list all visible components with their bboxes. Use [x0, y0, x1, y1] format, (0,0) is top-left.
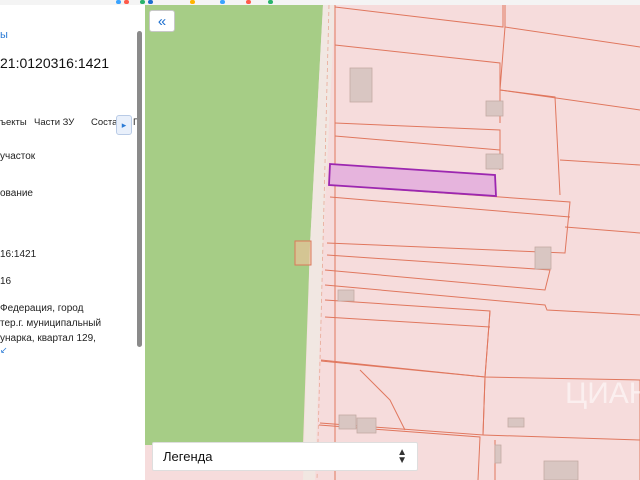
building — [338, 414, 357, 430]
breadcrumb[interactable]: ы — [0, 29, 8, 41]
parcel-outline — [482, 434, 640, 441]
green-field-area — [145, 5, 323, 445]
building — [485, 153, 504, 170]
field-cadastral-number: 16:1421 — [0, 249, 37, 260]
parcel-outline — [559, 159, 640, 166]
address-line: унарка, квартал 129, — [0, 333, 96, 344]
parcel-outline — [334, 135, 501, 151]
parcel-outline — [320, 299, 491, 378]
address-text: Федерация, город тер.г. муниципальный ун… — [0, 301, 140, 346]
field-name: ование — [0, 188, 33, 199]
parcel-outline — [324, 254, 551, 291]
field-quarter: 16 — [0, 276, 12, 287]
parcel-outline — [504, 5, 640, 48]
chevron-up-down-icon: ▲ ▼ — [397, 447, 407, 466]
parcel-outline — [499, 26, 640, 111]
parcel-outline — [329, 196, 571, 218]
building — [507, 417, 525, 428]
parcel-outline — [326, 184, 571, 254]
building — [543, 460, 579, 480]
legend-select[interactable]: Легенда ▲ ▼ — [152, 442, 418, 471]
tab-parts[interactable]: Части ЗУ — [34, 117, 74, 128]
parcel-outline — [499, 89, 561, 196]
info-panel: ы 21:0120316:1421 ъекты Части ЗУ Соста ▸… — [0, 5, 145, 480]
parcel-outline — [564, 226, 640, 234]
selected-parcel — [328, 163, 497, 197]
building — [337, 289, 355, 302]
building — [534, 246, 552, 270]
field-type: участок — [0, 151, 36, 162]
collapse-panel-button[interactable]: « — [149, 10, 175, 32]
cadastral-number-title: 21:0120316:1421 — [0, 55, 109, 71]
tab-bar: ъекты Части ЗУ Соста ▸ Г — [0, 115, 145, 139]
building — [485, 100, 504, 117]
chevron-right-icon[interactable]: ▸ — [116, 115, 132, 135]
watermark: ЦИАН — [565, 377, 640, 410]
tab-composition[interactable]: Соста — [91, 117, 117, 128]
address-line: тер.г. муниципальный — [0, 318, 102, 329]
parcel-outline — [324, 316, 491, 328]
parcel-outline — [334, 5, 504, 28]
building — [349, 67, 373, 103]
parcel-outline — [334, 122, 501, 170]
building — [356, 417, 377, 434]
address-line: Федерация, город — [0, 303, 84, 314]
parcel-outline — [482, 376, 486, 436]
expand-address-link[interactable]: ↙ — [0, 345, 8, 356]
cadastral-map[interactable]: ЦИАН — [145, 5, 640, 480]
legend-label: Легенда — [163, 449, 213, 464]
parcel-outline — [484, 310, 640, 381]
panel-scrollbar[interactable] — [137, 31, 142, 347]
building — [494, 444, 502, 464]
orange-parcel-marker — [294, 240, 312, 266]
tab-objects[interactable]: ъекты — [0, 117, 27, 128]
